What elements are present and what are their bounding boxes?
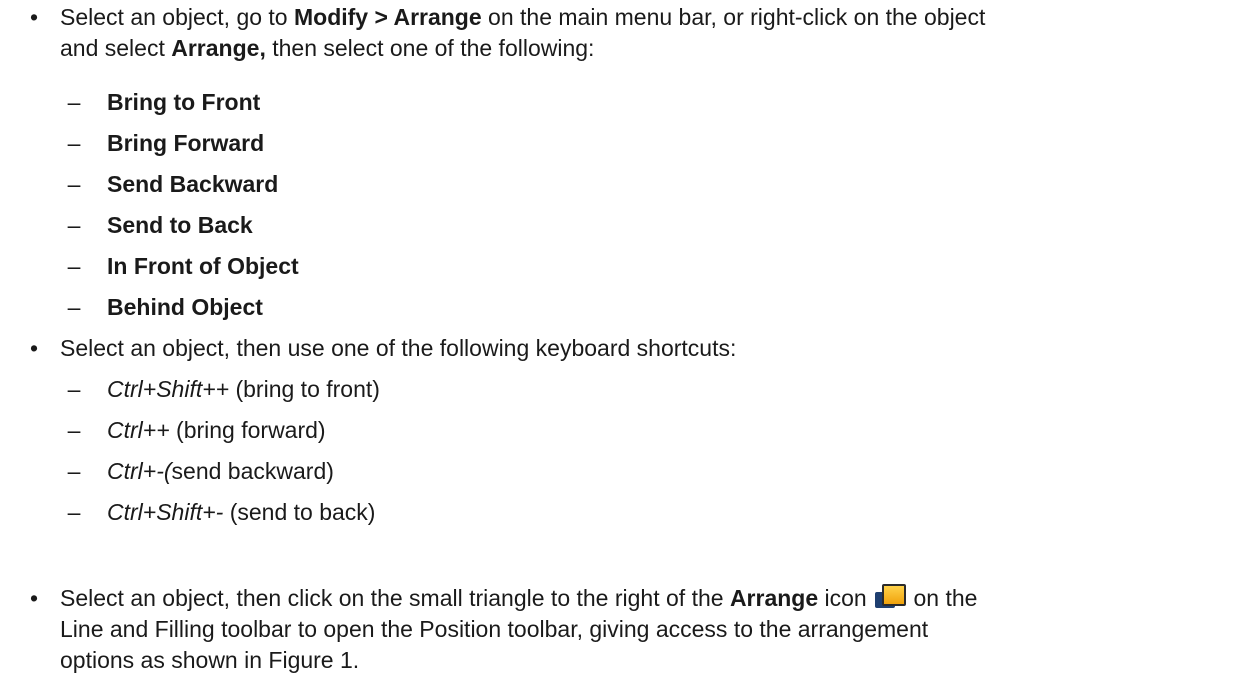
- text-run: on the: [907, 585, 978, 611]
- arrange-icon: [875, 584, 907, 610]
- option-label: Behind Object: [107, 294, 263, 320]
- text-run: Select an object, then click on the smal…: [60, 585, 730, 611]
- sub-item: – Ctrl+Shift+- (send to back): [0, 497, 1254, 528]
- shortcut-line: Ctrl+-(send backward): [107, 456, 334, 487]
- shortcut-desc: send backward): [171, 458, 334, 484]
- shortcut-line: Ctrl++ (bring forward): [107, 415, 326, 446]
- text-run: options as shown in Figure 1.: [60, 647, 360, 673]
- text-run: on the main menu bar, or right-click on …: [481, 4, 986, 30]
- dash-marker: –: [67, 376, 81, 402]
- text-run: icon: [818, 585, 874, 611]
- dash-marker: –: [67, 171, 81, 197]
- dash-marker: –: [67, 294, 81, 320]
- sub-item: – Send Backward: [0, 169, 1254, 200]
- shortcut-key: Ctrl++: [107, 417, 170, 443]
- dash-marker: –: [67, 417, 81, 443]
- sub-item: – Behind Object: [0, 292, 1254, 323]
- sub-item: – Ctrl+-(send backward): [0, 456, 1254, 487]
- shortcut-desc: (bring forward): [169, 417, 326, 443]
- shortcut-key: Ctrl+Shift++: [107, 376, 230, 402]
- shortcut-line: Ctrl+Shift++ (bring to front): [107, 374, 380, 405]
- dash-marker: –: [67, 212, 81, 238]
- option-label: Bring Forward: [107, 130, 265, 156]
- dash-marker: –: [67, 89, 81, 115]
- sub-item: – Bring to Front: [0, 87, 1254, 118]
- sub-item: – In Front of Object: [0, 251, 1254, 282]
- bullet-marker: •: [29, 4, 39, 30]
- shortcut-desc: (bring to front): [229, 376, 380, 402]
- shortcut-desc: (send to back): [223, 499, 376, 525]
- bullet-text: Select an object, then use one of the fo…: [60, 335, 737, 361]
- menu-command: Arrange,: [171, 35, 266, 61]
- sub-item: – Send to Back: [0, 210, 1254, 241]
- dash-marker: –: [67, 253, 81, 279]
- option-label: Send Backward: [107, 171, 279, 197]
- text-run: and select: [60, 35, 172, 61]
- bullet-marker: •: [29, 585, 39, 611]
- option-label: Send to Back: [107, 212, 253, 238]
- command-name: Arrange: [729, 585, 819, 611]
- text-run: then select one of the following:: [265, 35, 595, 61]
- sub-item: – Ctrl+Shift++ (bring to front): [0, 374, 1254, 405]
- text-run: Select an object, go to: [60, 4, 294, 30]
- menu-path: Modify > Arrange: [294, 4, 482, 30]
- text-run: Line and Filling toolbar to open the Pos…: [60, 616, 929, 642]
- shortcut-line: Ctrl+Shift+- (send to back): [107, 497, 375, 528]
- sub-item: – Ctrl++ (bring forward): [0, 415, 1254, 446]
- sub-item: – Bring Forward: [0, 128, 1254, 159]
- bullet-text: Select an object, go to Modify > Arrange…: [60, 2, 1240, 64]
- document-page: • Select an object, go to Modify > Arran…: [0, 0, 1254, 686]
- bullet-text: Select an object, then click on the smal…: [60, 583, 1240, 676]
- bullet-marker: •: [29, 335, 39, 361]
- option-label: Bring to Front: [107, 89, 261, 115]
- option-label: In Front of Object: [107, 253, 299, 279]
- dash-marker: –: [67, 499, 81, 525]
- dash-marker: –: [67, 458, 81, 484]
- dash-marker: –: [67, 130, 81, 156]
- shortcut-key: Ctrl+Shift+-: [107, 499, 224, 525]
- shortcut-key: Ctrl+-(: [107, 458, 172, 484]
